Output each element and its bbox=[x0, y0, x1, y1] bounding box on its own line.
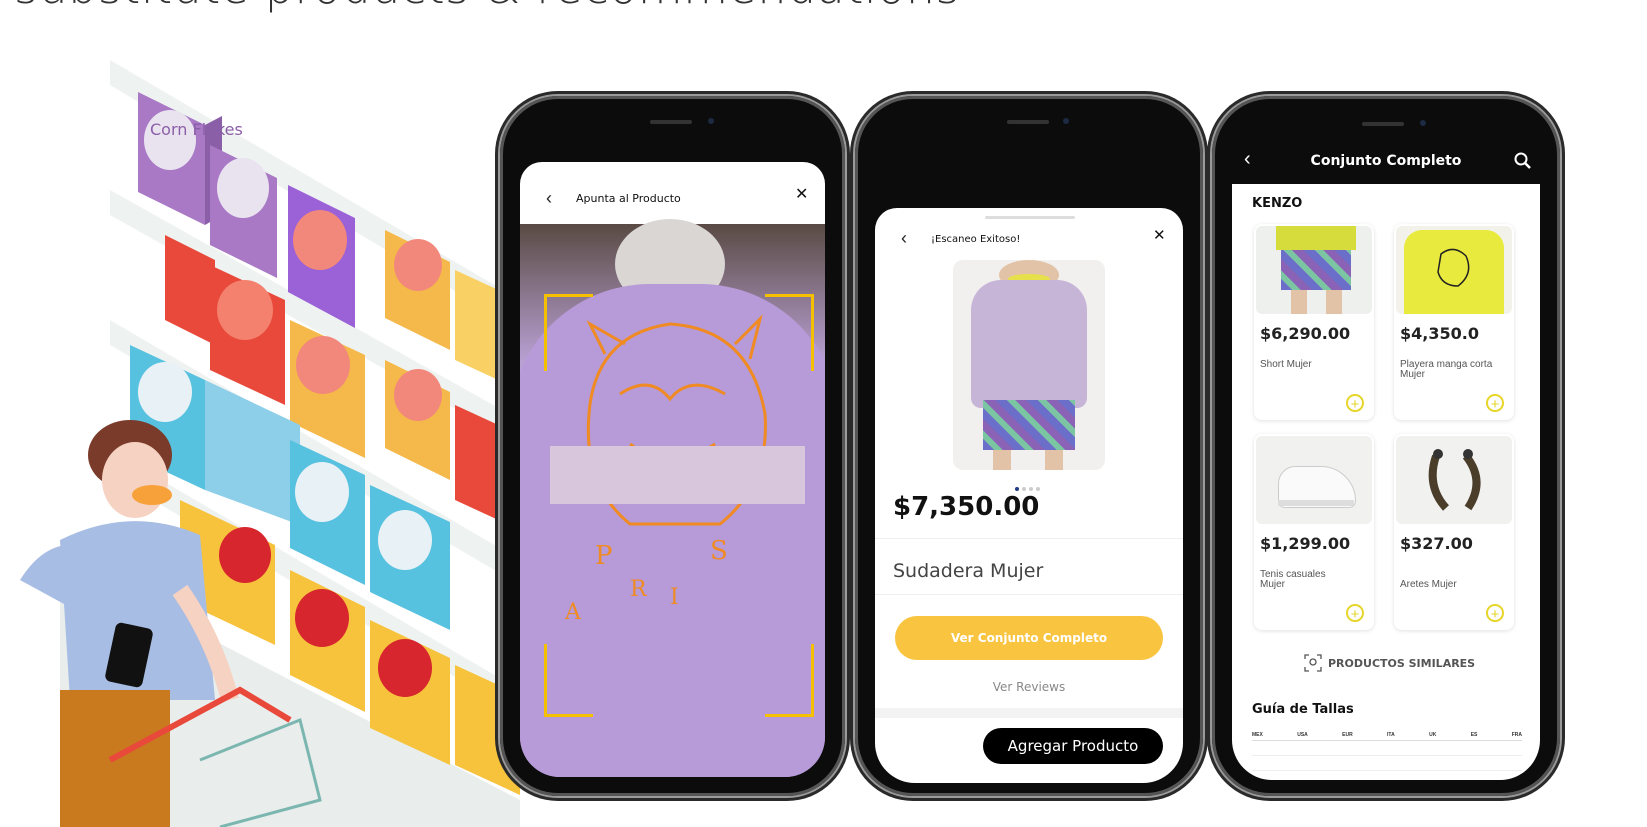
size-column-header: USA bbox=[1297, 732, 1308, 738]
divider bbox=[875, 594, 1183, 595]
product-card[interactable]: $1,299.00 Tenis casuales Mujer + bbox=[1254, 434, 1374, 630]
svg-text:R: R bbox=[630, 577, 648, 602]
view-reviews-link[interactable]: Ver Reviews bbox=[875, 680, 1183, 694]
size-column-header: UK bbox=[1429, 732, 1437, 738]
svg-text:S: S bbox=[710, 536, 728, 566]
product-thumbnail bbox=[1256, 436, 1372, 524]
add-product-label: Agregar Producto bbox=[1007, 737, 1139, 755]
size-table-row bbox=[1252, 741, 1522, 756]
close-icon[interactable]: ✕ bbox=[795, 184, 808, 204]
product-name: Short Mujer bbox=[1260, 359, 1312, 370]
outfit-title: Conjunto Completo bbox=[1310, 153, 1462, 169]
similar-products-label: PRODUCTOS SIMILARES bbox=[1328, 657, 1476, 670]
camera-view: P S A R I bbox=[520, 219, 825, 777]
svg-text:A: A bbox=[564, 600, 582, 625]
add-to-cart-icon[interactable]: + bbox=[1486, 394, 1504, 413]
product-card[interactable]: $6,290.00 Short Mujer + bbox=[1254, 224, 1374, 420]
result-screen: ‹ ¡Escaneo Exitoso! ✕ $7,350.00 Sudadera… bbox=[875, 208, 1183, 783]
size-table: MEX USA EUR ITA UK ES FRA bbox=[1252, 732, 1522, 771]
product-card[interactable]: $4,350.0 Playera manga corta Mujer + bbox=[1394, 224, 1514, 420]
product-thumbnail bbox=[1396, 436, 1512, 524]
add-to-cart-icon[interactable]: + bbox=[1346, 394, 1364, 413]
product-name: Sudadera Mujer bbox=[893, 560, 1044, 582]
view-outfit-button[interactable]: Ver Conjunto Completo bbox=[895, 616, 1163, 660]
phone-scan-result: ‹ ¡Escaneo Exitoso! ✕ $7,350.00 Sudadera… bbox=[855, 96, 1203, 796]
scan-frame-bottom-left bbox=[544, 644, 593, 717]
size-table-row bbox=[1252, 756, 1522, 771]
scanner-title: Apunta al Producto bbox=[576, 192, 681, 205]
search-icon[interactable] bbox=[1514, 152, 1532, 170]
svg-text:P: P bbox=[595, 541, 613, 571]
result-title: ¡Escaneo Exitoso! bbox=[931, 234, 1021, 245]
product-name: Playera manga corta Mujer bbox=[1400, 359, 1493, 380]
image-pager[interactable] bbox=[1015, 478, 1045, 491]
add-to-cart-icon[interactable]: + bbox=[1346, 604, 1364, 623]
size-column-header: EUR bbox=[1342, 732, 1353, 738]
add-to-cart-icon[interactable]: + bbox=[1486, 604, 1504, 623]
product-price: $6,290.00 bbox=[1260, 324, 1351, 343]
product-thumbnail bbox=[1256, 226, 1372, 314]
product-price: $4,350.0 bbox=[1400, 324, 1479, 343]
phone-scanner: ‹ Apunta al Producto ✕ P S A R I bbox=[500, 96, 845, 796]
size-column-header: ES bbox=[1470, 732, 1478, 738]
supermarket-illustration: Corn Flakes bbox=[20, 60, 520, 827]
scan-frame-top-right bbox=[765, 294, 814, 371]
size-column-header: ITA bbox=[1387, 732, 1395, 738]
brand-name: KENZO bbox=[1252, 196, 1303, 211]
divider bbox=[875, 538, 1183, 539]
size-column-header: FRA bbox=[1511, 732, 1522, 738]
size-guide-title: Guía de Tallas bbox=[1252, 702, 1354, 717]
box-label: Corn Flakes bbox=[150, 120, 243, 139]
view-outfit-label: Ver Conjunto Completo bbox=[950, 631, 1108, 645]
scan-search-icon bbox=[1304, 654, 1322, 672]
product-card[interactable]: $327.00 Aretes Mujer + bbox=[1394, 434, 1514, 630]
product-price: $1,299.00 bbox=[1260, 534, 1351, 553]
outfit-topbar: ‹ Conjunto Completo bbox=[1232, 140, 1540, 184]
svg-text:I: I bbox=[670, 585, 679, 610]
product-name: Tenis casuales Mujer bbox=[1260, 569, 1326, 590]
logo-redaction-block bbox=[550, 446, 805, 504]
size-column-header: MEX bbox=[1252, 732, 1263, 738]
scanner-screen: ‹ Apunta al Producto ✕ P S A R I bbox=[520, 162, 825, 777]
phone-full-outfit: ‹ Conjunto Completo KENZO $6,290.00 Shor… bbox=[1212, 96, 1560, 796]
product-name: Aretes Mujer bbox=[1400, 579, 1457, 590]
scan-frame-top-left bbox=[544, 294, 593, 371]
back-icon[interactable]: ‹ bbox=[901, 228, 907, 249]
back-icon[interactable]: ‹ bbox=[546, 188, 552, 209]
sheet-handle bbox=[985, 216, 1075, 219]
outfit-screen: KENZO $6,290.00 Short Mujer + $4,350.0 P… bbox=[1232, 184, 1540, 780]
product-thumbnail bbox=[1396, 226, 1512, 314]
size-table-header: MEX USA EUR ITA UK ES FRA bbox=[1252, 732, 1522, 741]
product-price: $7,350.00 bbox=[893, 492, 1040, 522]
product-image bbox=[953, 260, 1105, 470]
close-icon[interactable]: ✕ bbox=[1153, 226, 1166, 244]
add-product-button[interactable]: Agregar Producto bbox=[983, 728, 1163, 764]
scan-frame-bottom-right bbox=[765, 644, 814, 717]
divider bbox=[875, 708, 1183, 718]
product-price: $327.00 bbox=[1400, 534, 1473, 553]
